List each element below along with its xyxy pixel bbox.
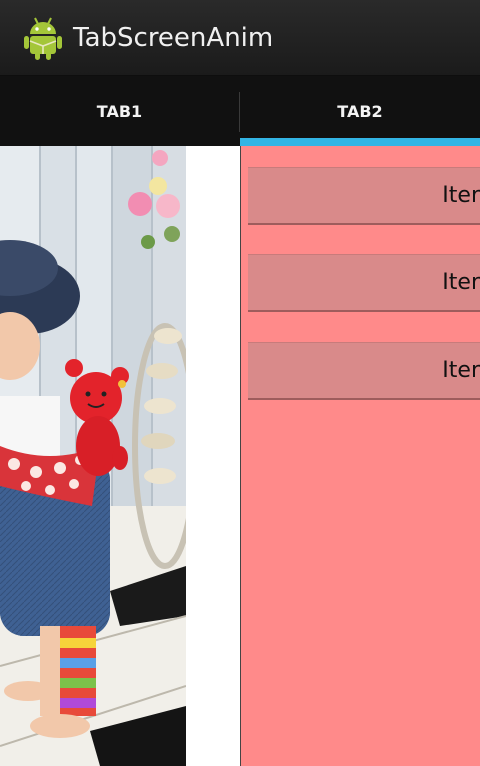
- list-item-button[interactable]: Iter: [248, 167, 480, 225]
- child-photo-image: [0, 146, 186, 766]
- tab-tab1[interactable]: TAB1: [0, 76, 239, 146]
- list-item-button[interactable]: Iter: [248, 342, 480, 400]
- tab-strip: TAB1 TAB2: [0, 76, 480, 146]
- tab2-panel: Iter Iter Iter: [240, 146, 480, 766]
- app-title: TabScreenAnim: [73, 23, 274, 53]
- android-robot-icon: [24, 17, 62, 60]
- app-window: TabScreenAnim TAB1 TAB2 Iter Iter Iter: [0, 0, 480, 766]
- content-area: Iter Iter Iter: [0, 146, 480, 766]
- action-bar: TabScreenAnim: [0, 0, 480, 76]
- selected-tab-indicator: [240, 138, 480, 146]
- tab-tab2[interactable]: TAB2: [240, 76, 480, 146]
- white-gap: [186, 146, 240, 766]
- list-item-button[interactable]: Iter: [248, 254, 480, 312]
